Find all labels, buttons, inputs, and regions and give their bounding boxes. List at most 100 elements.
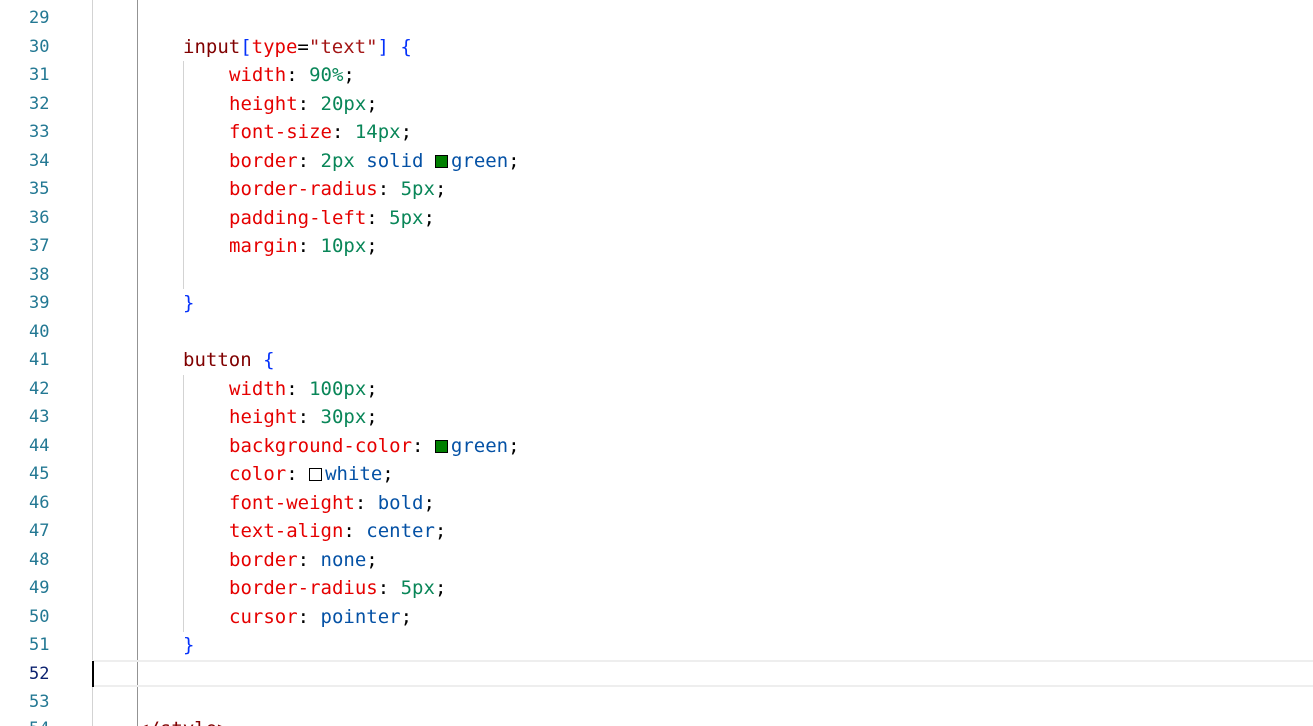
colon: : bbox=[297, 406, 321, 428]
color-swatch-green[interactable] bbox=[434, 440, 448, 453]
css-property: border-radius bbox=[229, 577, 378, 599]
color-swatch-white[interactable] bbox=[309, 468, 323, 481]
css-property: background-color bbox=[229, 435, 413, 457]
code-line: 46 font-weight: bold; bbox=[0, 489, 1313, 518]
semicolon: ; bbox=[366, 378, 378, 400]
css-property: border-radius bbox=[229, 178, 378, 200]
semicolon: ; bbox=[366, 406, 378, 428]
code-text[interactable]: button { bbox=[183, 346, 275, 375]
code-text[interactable]: font-weight: bold; bbox=[229, 489, 435, 518]
code-line: 40 bbox=[0, 318, 1313, 347]
code-line: 42 width: 100px; bbox=[0, 375, 1313, 404]
css-property: width bbox=[229, 378, 287, 400]
semicolon: ; bbox=[366, 93, 378, 115]
css-property: font-size bbox=[229, 121, 332, 143]
css-value: 14px bbox=[354, 121, 401, 143]
semicolon: ; bbox=[343, 64, 355, 86]
code-line: 33 font-size: 14px; bbox=[0, 118, 1313, 147]
text-cursor bbox=[92, 661, 94, 687]
code-text[interactable]: text-align: center; bbox=[229, 517, 446, 546]
semicolon: ; bbox=[366, 235, 378, 257]
attr-bracket: ] bbox=[377, 36, 389, 58]
colon: : bbox=[297, 93, 321, 115]
line-number: 43 bbox=[29, 407, 50, 427]
line-number: 44 bbox=[29, 436, 50, 456]
colon: : bbox=[354, 492, 378, 514]
line-number: 36 bbox=[29, 208, 50, 228]
code-text[interactable]: } bbox=[183, 289, 194, 318]
code-text[interactable]: width: 90%; bbox=[229, 61, 355, 90]
css-property: margin bbox=[229, 235, 298, 257]
colon: : bbox=[343, 520, 367, 542]
code-text[interactable]: cursor: pointer; bbox=[229, 603, 412, 632]
code-text[interactable]: padding-left: 5px; bbox=[229, 204, 435, 233]
css-value: 100px bbox=[309, 378, 367, 400]
line-number: 53 bbox=[29, 692, 50, 712]
color-swatch-green[interactable] bbox=[434, 155, 448, 168]
line-number: 47 bbox=[29, 521, 50, 541]
code-text[interactable]: font-size: 14px; bbox=[229, 118, 412, 147]
code-line: 47 text-align: center; bbox=[0, 517, 1313, 546]
code-text[interactable]: border-radius: 5px; bbox=[229, 175, 446, 204]
colon: : bbox=[412, 435, 435, 457]
code-text[interactable]: input[type="text"] { bbox=[183, 33, 412, 62]
code-line: 38 bbox=[0, 261, 1313, 290]
css-property: height bbox=[229, 93, 298, 115]
code-line: 53 bbox=[0, 688, 1313, 717]
code-line: 50 cursor: pointer; bbox=[0, 603, 1313, 632]
code-text[interactable]: } bbox=[183, 631, 194, 660]
colon: : bbox=[297, 150, 321, 172]
css-color-value: green bbox=[450, 435, 509, 457]
line-number: 46 bbox=[29, 493, 50, 513]
line-number: 45 bbox=[29, 464, 50, 484]
css-property: width bbox=[229, 64, 287, 86]
colon: : bbox=[331, 121, 355, 143]
semicolon: ; bbox=[423, 207, 435, 229]
line-number-active: 52 bbox=[29, 664, 50, 684]
line-number: 48 bbox=[29, 550, 50, 570]
colon: : bbox=[297, 549, 321, 571]
code-text[interactable]: margin: 10px; bbox=[229, 232, 378, 261]
code-text[interactable]: </style> bbox=[137, 715, 229, 726]
css-value: 30px bbox=[320, 406, 367, 428]
code-text[interactable]: height: 30px; bbox=[229, 403, 378, 432]
css-value: 2px bbox=[320, 150, 355, 172]
css-property: border bbox=[229, 549, 298, 571]
code-text[interactable]: height: 20px; bbox=[229, 90, 378, 119]
code-text[interactable]: border: none; bbox=[229, 546, 378, 575]
line-number: 37 bbox=[29, 236, 50, 256]
code-text[interactable]: border: 2px solid green; bbox=[229, 147, 520, 176]
code-text[interactable]: width: 100px; bbox=[229, 375, 378, 404]
colon: : bbox=[366, 207, 390, 229]
code-editor[interactable]: 29 30 input[type="text"] { 31 width: 90%… bbox=[0, 0, 1313, 726]
attr-bracket: [ bbox=[240, 36, 252, 58]
css-property: color bbox=[229, 463, 287, 485]
css-value: 10px bbox=[320, 235, 367, 257]
code-line: 54 </style> bbox=[0, 715, 1313, 726]
line-number: 42 bbox=[29, 379, 50, 399]
css-value: solid bbox=[354, 150, 435, 172]
css-value: none bbox=[320, 549, 367, 571]
line-number: 41 bbox=[29, 350, 50, 370]
colon: : bbox=[286, 463, 310, 485]
code-text[interactable]: color: white; bbox=[229, 460, 394, 489]
code-text[interactable]: border-radius: 5px; bbox=[229, 574, 446, 603]
code-line: 43 height: 30px; bbox=[0, 403, 1313, 432]
code-text[interactable]: background-color: green; bbox=[229, 432, 520, 461]
code-line: 49 border-radius: 5px; bbox=[0, 574, 1313, 603]
colon: : bbox=[377, 577, 401, 599]
css-property: font-weight bbox=[229, 492, 355, 514]
close-brace: } bbox=[183, 634, 195, 656]
colon: : bbox=[286, 378, 310, 400]
css-property: cursor bbox=[229, 606, 298, 628]
line-number: 29 bbox=[29, 8, 50, 28]
css-value: bold bbox=[377, 492, 424, 514]
line-number: 51 bbox=[29, 635, 50, 655]
attr-name: type bbox=[251, 36, 298, 58]
code-line: 48 border: none; bbox=[0, 546, 1313, 575]
css-property: padding-left bbox=[229, 207, 367, 229]
semicolon: ; bbox=[434, 520, 447, 542]
code-line: 39 } bbox=[0, 289, 1313, 318]
css-property: border bbox=[229, 150, 298, 172]
line-number: 38 bbox=[29, 265, 50, 285]
